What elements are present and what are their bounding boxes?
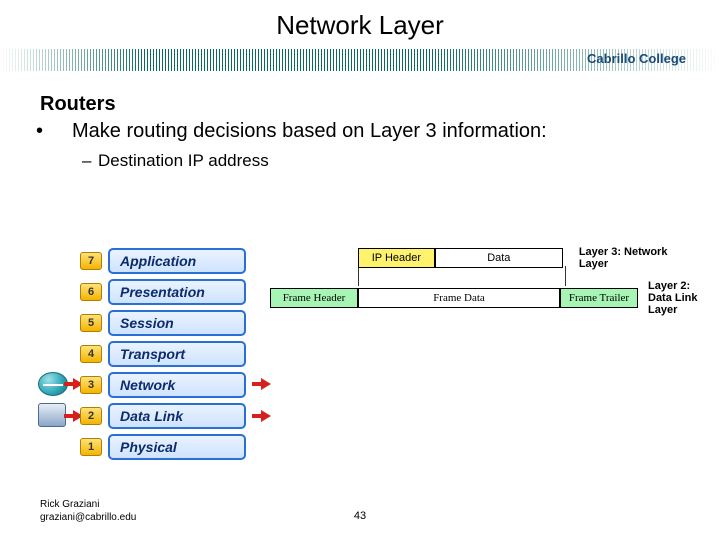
content-area: Routers •Make routing decisions based on… <box>0 71 720 171</box>
arrow-icon <box>252 410 272 422</box>
bullet-main-text: Make routing decisions based on Layer 3 … <box>72 120 547 142</box>
bullet-sub-text: Destination IP address <box>98 151 269 170</box>
packet-diagram: IP Header Data Layer 3: Network Layer Fr… <box>268 246 698 316</box>
osi-row-3: 3 Network <box>80 372 246 398</box>
layer2-label: Layer 2: Data Link Layer <box>648 280 698 316</box>
osi-label: Transport <box>108 341 246 367</box>
osi-label: Physical <box>108 434 246 460</box>
bullet-main: •Make routing decisions based on Layer 3… <box>54 120 680 143</box>
slide-title: Network Layer <box>0 0 720 41</box>
osi-num: 6 <box>80 283 102 301</box>
osi-stack: 7 Application 6 Presentation 5 Session 4… <box>80 248 246 465</box>
diagram: 7 Application 6 Presentation 5 Session 4… <box>38 248 698 488</box>
ip-header-box: IP Header <box>358 248 435 268</box>
encap-line <box>560 298 561 308</box>
osi-label: Data Link <box>108 403 246 429</box>
osi-row-2: 2 Data Link <box>80 403 246 429</box>
osi-num: 5 <box>80 314 102 332</box>
frame-data-box: Frame Data <box>358 288 560 308</box>
osi-row-1: 1 Physical <box>80 434 246 460</box>
osi-label: Network <box>108 372 246 398</box>
footer-email: graziani@cabrillo.edu <box>40 512 136 523</box>
frame-trailer-box: Frame Trailer <box>560 288 638 308</box>
osi-label: Application <box>108 248 246 274</box>
layer3-row: IP Header Data Layer 3: Network Layer <box>358 246 698 270</box>
brand-text: Cabrillo College <box>587 51 686 66</box>
osi-label: Session <box>108 310 246 336</box>
osi-row-5: 5 Session <box>80 310 246 336</box>
bullet-sub: –Destination IP address <box>82 151 680 171</box>
osi-num: 3 <box>80 376 102 394</box>
frame-header-box: Frame Header <box>270 288 358 308</box>
osi-num: 2 <box>80 407 102 425</box>
ip-data-box: Data <box>435 248 563 268</box>
footer: Rick Graziani graziani@cabrillo.edu <box>40 498 136 524</box>
osi-row-7: 7 Application <box>80 248 246 274</box>
osi-row-6: 6 Presentation <box>80 279 246 305</box>
osi-num: 7 <box>80 252 102 270</box>
osi-num: 1 <box>80 438 102 456</box>
osi-num: 4 <box>80 345 102 363</box>
header-bar: Cabrillo College <box>0 49 720 71</box>
page-number: 43 <box>354 510 366 522</box>
osi-row-4: 4 Transport <box>80 341 246 367</box>
section-heading: Routers <box>40 93 680 116</box>
nic-icon <box>38 403 66 427</box>
encap-line <box>358 298 359 308</box>
layer3-label: Layer 3: Network Layer <box>579 246 698 270</box>
layer2-row: Frame Header Frame Data Frame Trailer La… <box>270 280 698 316</box>
osi-label: Presentation <box>108 279 246 305</box>
arrow-icon <box>252 378 272 390</box>
footer-author: Rick Graziani <box>40 499 99 510</box>
